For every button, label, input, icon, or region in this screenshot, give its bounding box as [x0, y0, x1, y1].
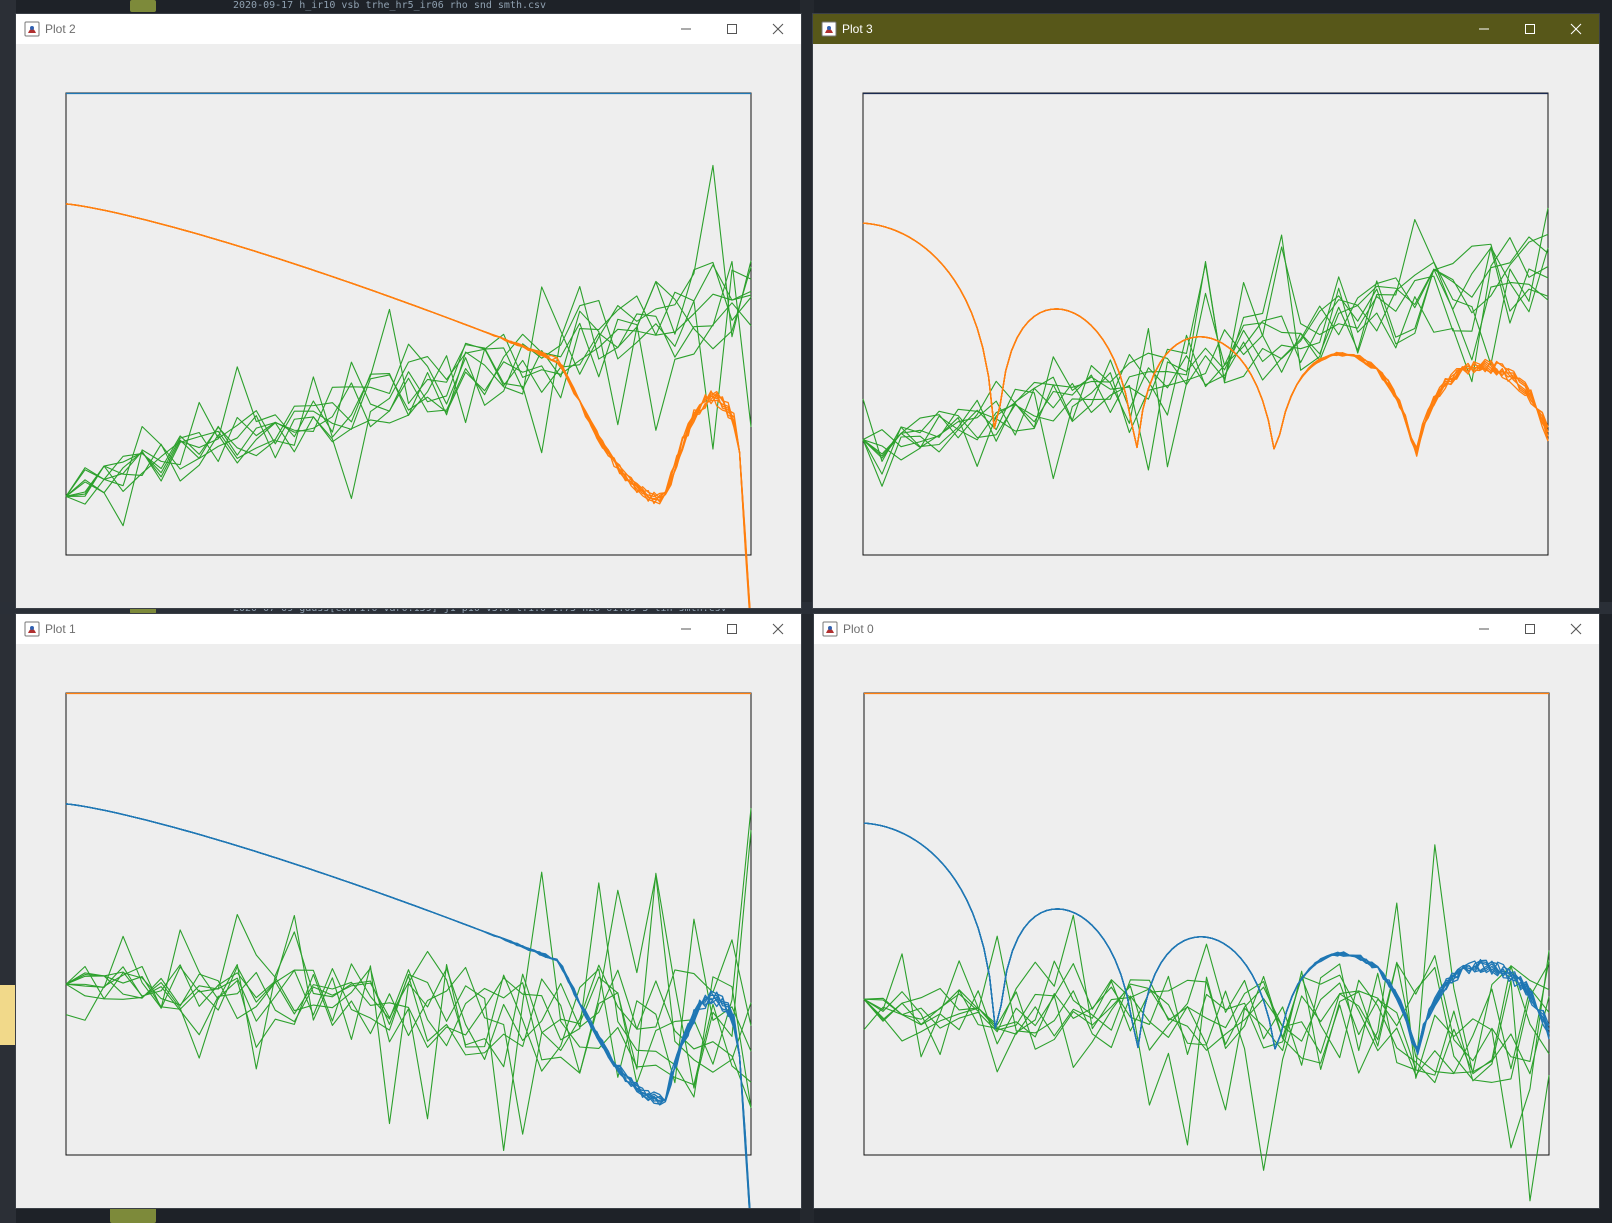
minimize-button[interactable] [1461, 614, 1507, 644]
orange-series-curve [65, 203, 751, 608]
java-cup-icon [24, 621, 40, 637]
blue-series-curve [65, 803, 750, 1208]
orange-series-curve [65, 203, 751, 608]
window-title: Plot 2 [45, 22, 76, 36]
blue-series-curve [65, 803, 750, 1208]
green-series-trace [65, 913, 752, 1120]
maximize-icon [1525, 24, 1535, 34]
green-series-trace [863, 935, 1550, 1171]
green-series-trace [862, 237, 1549, 471]
plot-window-3[interactable]: Plot 3 [813, 14, 1599, 608]
plot-window-1[interactable]: Plot 1 [16, 614, 801, 1208]
window-title: Plot 0 [843, 622, 874, 636]
plot-svg [863, 692, 1550, 1202]
minimize-button[interactable] [663, 14, 709, 44]
maximize-icon [727, 624, 737, 634]
java-cup-icon [24, 21, 40, 37]
orange-series-curve [65, 203, 750, 608]
plot-frame [65, 92, 752, 556]
orange-series-curve [65, 203, 751, 608]
file-thumbnail [130, 0, 156, 12]
close-icon [772, 23, 784, 35]
orange-series-curve [862, 222, 1549, 455]
maximize-button[interactable] [1507, 614, 1553, 644]
minimize-icon [681, 628, 691, 630]
green-series-trace [862, 236, 1549, 487]
blue-series-curve [65, 803, 751, 1208]
plot-canvas[interactable] [16, 644, 801, 1208]
bg-highlight [0, 985, 16, 1045]
minimize-button[interactable] [663, 614, 709, 644]
green-series-trace [65, 293, 752, 500]
minimize-icon [1479, 628, 1489, 630]
plot-canvas[interactable] [813, 44, 1599, 608]
file-thumbnail [110, 1206, 156, 1223]
window-title: Plot 1 [45, 622, 76, 636]
bg-file-name-top: 2020-09-17 h_ir10 vsb trhe_hr5_ir06 rho … [233, 0, 547, 11]
close-button[interactable] [755, 14, 801, 44]
orange-series-curve [65, 203, 751, 608]
java-cup-icon [821, 21, 837, 37]
close-button[interactable] [1553, 14, 1599, 44]
close-icon [1570, 623, 1582, 635]
orange-series-curve [862, 222, 1549, 450]
blue-series-curve [65, 803, 751, 1208]
plot-canvas[interactable] [16, 44, 801, 608]
green-series-trace [863, 963, 1550, 1146]
orange-series-curve [65, 203, 751, 608]
plot-window-0[interactable]: Plot 0 [814, 614, 1599, 1208]
plot-svg [65, 692, 752, 1208]
plot-frame [862, 92, 1549, 556]
green-series-trace [863, 902, 1550, 1149]
orange-series-curve [65, 203, 750, 608]
maximize-icon [1525, 624, 1535, 634]
maximize-icon [727, 24, 737, 34]
minimize-icon [681, 28, 691, 30]
maximize-button[interactable] [709, 614, 755, 644]
close-button[interactable] [755, 614, 801, 644]
green-series-trace [863, 844, 1550, 1075]
blue-series-curve [65, 803, 750, 1208]
java-cup-icon [822, 621, 838, 637]
green-series-trace [862, 247, 1549, 475]
maximize-button[interactable] [1507, 14, 1553, 44]
plot-canvas[interactable] [814, 644, 1599, 1208]
close-button[interactable] [1553, 614, 1599, 644]
close-icon [772, 623, 784, 635]
plot-window-2[interactable]: Plot 2 [16, 14, 801, 608]
green-series-trace [65, 164, 752, 505]
blue-series-curve [65, 803, 751, 1208]
plot-frame [863, 692, 1550, 1156]
orange-series-curve [862, 222, 1549, 450]
minimize-button[interactable] [1461, 14, 1507, 44]
plot-svg [862, 92, 1549, 556]
window-title: Plot 3 [842, 22, 873, 36]
blue-series-curve [65, 803, 751, 1208]
green-series-trace [863, 974, 1550, 1076]
close-icon [1570, 23, 1582, 35]
green-series-trace [65, 808, 752, 1084]
minimize-icon [1479, 28, 1489, 30]
plot-frame [65, 692, 752, 1156]
plot-svg [65, 92, 752, 608]
maximize-button[interactable] [709, 14, 755, 44]
